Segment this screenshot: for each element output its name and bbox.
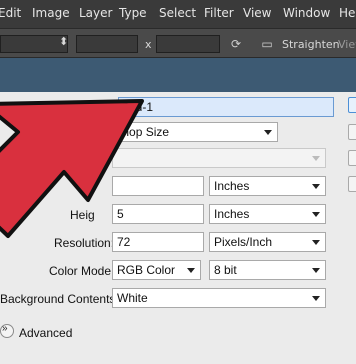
resolution-label: Resolution: [54,236,115,250]
chevron-down-icon [312,296,320,301]
bit-depth-value: 8 bit [214,263,237,277]
ratio-stepper-icon[interactable]: ⬍ [59,35,68,48]
color-mode-label: Color Mode: [49,264,115,278]
menu-bar: Edit Image Layer Type Select Filter View… [0,0,356,28]
advanced-expand-icon[interactable]: » [0,323,14,338]
menu-help[interactable]: Hel [339,6,356,20]
dialog-header [0,58,356,92]
cancel-button[interactable] [348,124,356,140]
preset-value: Photoshop Size [85,125,170,139]
height-field[interactable]: 5 [112,204,204,224]
menu-window[interactable]: Window [283,6,330,20]
width-unit-value: Inches [214,179,250,193]
background-select[interactable]: White [112,288,326,308]
color-mode-select[interactable]: RGB Color [112,260,201,280]
chevron-down-icon [312,268,320,273]
delete-preset-button[interactable] [348,176,356,192]
save-preset-button[interactable] [348,150,356,166]
height-unit-select[interactable]: Inches [209,204,326,224]
ok-button[interactable] [348,97,356,113]
rotate-icon[interactable]: ⟳ [228,36,244,52]
advanced-label[interactable]: Advanced [19,326,72,340]
straighten-button[interactable]: Straighten [282,38,340,51]
width-unit-select[interactable]: Inches [209,176,326,196]
resolution-unit-select[interactable]: Pixels/Inch [209,232,326,252]
width-field[interactable] [112,176,204,196]
options-bar: ⬍ x ⟳ ▭ Straighten View [0,28,356,58]
menu-image[interactable]: Image [32,6,70,20]
chevron-down-icon [312,212,320,217]
resolution-field[interactable]: 72 [112,232,204,252]
preset-select[interactable]: Photoshop Size [80,122,278,142]
background-label: Background Contents: [0,292,119,306]
ratio-dropdown[interactable] [0,35,68,53]
background-value: White [117,291,148,305]
height-input[interactable] [156,35,220,53]
straighten-icon[interactable]: ▭ [259,36,275,52]
name-field[interactable]: tled-1 [118,97,334,117]
menu-type[interactable]: Type [119,6,147,20]
resolution-unit-value: Pixels/Inch [214,235,273,249]
chevron-down-icon [187,268,195,273]
menu-filter[interactable]: Filter [204,6,234,20]
height-unit-value: Inches [214,207,250,221]
bit-depth-select[interactable]: 8 bit [209,260,326,280]
multiply-label: x [145,38,152,51]
size-select[interactable] [112,148,326,168]
width-input[interactable] [76,35,138,53]
view-label[interactable]: View [338,38,356,51]
menu-view[interactable]: View [243,6,271,20]
chevron-down-icon [312,184,320,189]
chevron-down-icon [312,240,320,245]
chevron-down-icon [264,130,272,135]
menu-layer[interactable]: Layer [79,6,112,20]
menu-select[interactable]: Select [159,6,196,20]
color-mode-value: RGB Color [117,263,176,277]
menu-edit[interactable]: Edit [0,6,21,20]
chevron-down-icon [312,156,320,161]
height-label: Heig [70,208,95,222]
